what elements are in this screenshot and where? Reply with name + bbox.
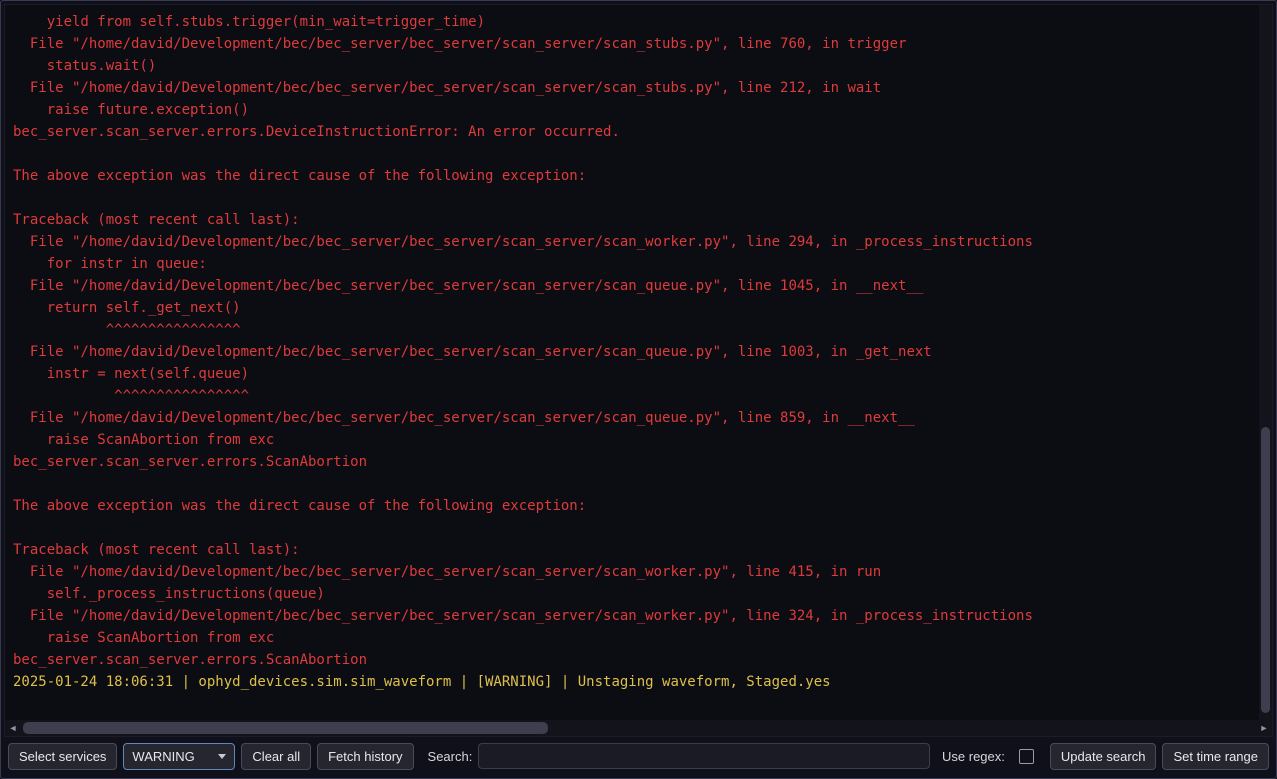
- log-line: File "/home/david/Development/bec/bec_se…: [13, 33, 1259, 55]
- use-regex-checkbox[interactable]: [1019, 749, 1034, 764]
- scroll-left-arrow-icon[interactable]: ◄: [5, 720, 21, 736]
- log-line: [13, 517, 1259, 539]
- update-search-button[interactable]: Update search: [1050, 743, 1157, 770]
- log-line: File "/home/david/Development/bec/bec_se…: [13, 77, 1259, 99]
- log-line: bec_server.scan_server.errors.ScanAborti…: [13, 451, 1259, 473]
- horizontal-scrollbar[interactable]: ◄ ►: [5, 720, 1272, 736]
- select-services-button[interactable]: Select services: [8, 743, 117, 770]
- log-level-value: WARNING: [132, 749, 194, 764]
- log-line: File "/home/david/Development/bec/bec_se…: [13, 231, 1259, 253]
- fetch-history-button[interactable]: Fetch history: [317, 743, 413, 770]
- vertical-scrollbar-thumb[interactable]: [1261, 427, 1270, 713]
- log-line: raise future.exception(): [13, 99, 1259, 121]
- log-line: Traceback (most recent call last):: [13, 209, 1259, 231]
- log-line: raise ScanAbortion from exc: [13, 627, 1259, 649]
- set-time-range-button[interactable]: Set time range: [1162, 743, 1269, 770]
- search-input[interactable]: [478, 743, 930, 769]
- log-line: self._process_instructions(queue): [13, 583, 1259, 605]
- log-line: The above exception was the direct cause…: [13, 165, 1259, 187]
- log-line: The above exception was the direct cause…: [13, 495, 1259, 517]
- log-viewer-window: yield from self.stubs.trigger(min_wait=t…: [0, 0, 1277, 779]
- log-line: for instr in queue:: [13, 253, 1259, 275]
- log-lines[interactable]: yield from self.stubs.trigger(min_wait=t…: [5, 5, 1259, 720]
- log-line: yield from self.stubs.trigger(min_wait=t…: [13, 11, 1259, 33]
- scroll-right-arrow-icon[interactable]: ►: [1256, 720, 1272, 736]
- log-line: raise ScanAbortion from exc: [13, 429, 1259, 451]
- log-line: File "/home/david/Development/bec/bec_se…: [13, 407, 1259, 429]
- chevron-down-icon: [218, 754, 226, 759]
- log-line: File "/home/david/Development/bec/bec_se…: [13, 341, 1259, 363]
- log-level-select[interactable]: WARNING: [123, 743, 235, 770]
- log-line: Traceback (most recent call last):: [13, 539, 1259, 561]
- log-line: bec_server.scan_server.errors.ScanAborti…: [13, 649, 1259, 671]
- vertical-scrollbar[interactable]: [1259, 5, 1272, 720]
- clear-all-button[interactable]: Clear all: [241, 743, 311, 770]
- log-line: ^^^^^^^^^^^^^^^^: [13, 385, 1259, 407]
- use-regex-label: Use regex:: [942, 749, 1005, 764]
- log-line: File "/home/david/Development/bec/bec_se…: [13, 561, 1259, 583]
- log-line: ^^^^^^^^^^^^^^^^: [13, 319, 1259, 341]
- log-line: bec_server.scan_server.errors.DeviceInst…: [13, 121, 1259, 143]
- log-line: [13, 473, 1259, 495]
- search-label: Search:: [428, 749, 473, 764]
- horizontal-scrollbar-track[interactable]: [21, 720, 1256, 736]
- log-line: [13, 187, 1259, 209]
- log-line: return self._get_next(): [13, 297, 1259, 319]
- log-line: status.wait(): [13, 55, 1259, 77]
- horizontal-scrollbar-thumb[interactable]: [23, 722, 548, 734]
- log-line: instr = next(self.queue): [13, 363, 1259, 385]
- log-line: [13, 143, 1259, 165]
- bottom-toolbar: Select services WARNING Clear all Fetch …: [4, 737, 1273, 775]
- log-line: File "/home/david/Development/bec/bec_se…: [13, 275, 1259, 297]
- log-line: File "/home/david/Development/bec/bec_se…: [13, 605, 1259, 627]
- log-line: 2025-01-24 18:06:31 | ophyd_devices.sim.…: [13, 671, 1259, 693]
- log-panel: yield from self.stubs.trigger(min_wait=t…: [4, 4, 1273, 737]
